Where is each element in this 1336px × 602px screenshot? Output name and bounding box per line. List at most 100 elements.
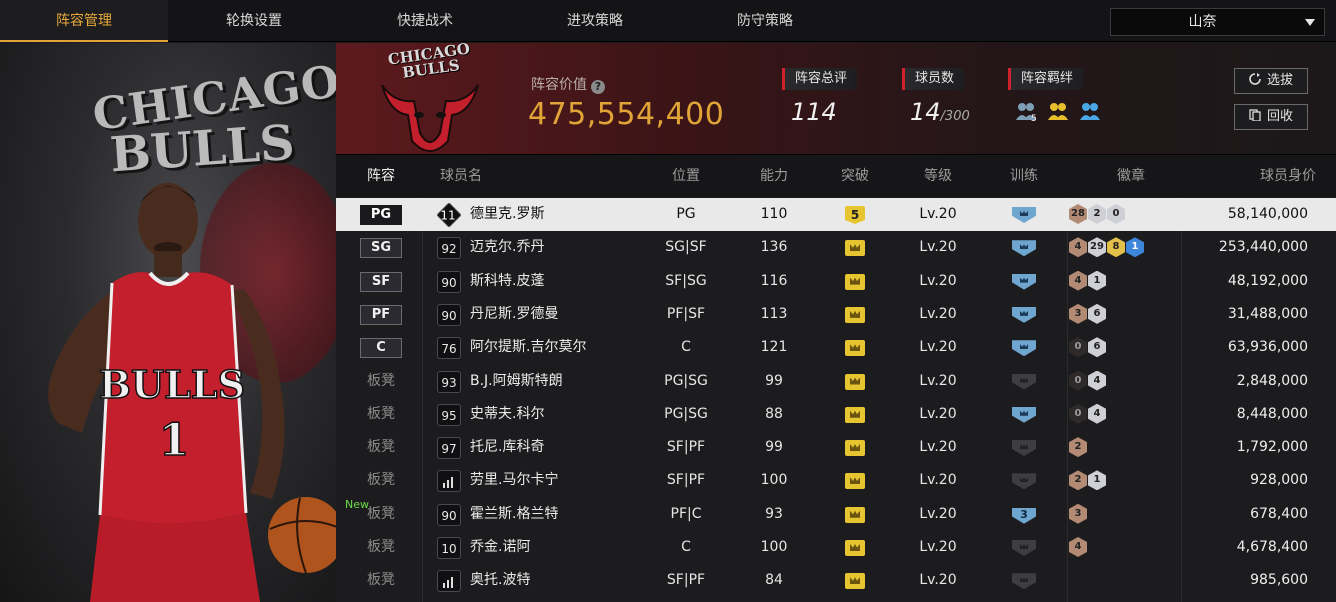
training-cell[interactable] [979, 265, 1069, 298]
player-count-max: /300 [940, 109, 970, 124]
jersey-number: 92 [441, 242, 457, 257]
tab-rotation-settings[interactable]: 轮换设置 [168, 0, 340, 42]
player-name[interactable]: 史蒂夫.科尔 [470, 398, 544, 431]
training-cell[interactable] [979, 198, 1069, 231]
chevron-down-icon [1305, 19, 1315, 26]
lineup-value-label-text: 阵容价值 [531, 77, 587, 93]
player-name[interactable]: 阿尔提斯.吉尔莫尔 [470, 331, 586, 364]
team-select-dropdown[interactable]: 山奈 [1110, 8, 1325, 36]
player-name[interactable]: 托尼.库科奇 [470, 431, 544, 464]
table-row[interactable]: New 板凳 90 霍兰斯.格兰特 PF|C 93 Lv.20 3 3 678,400 [336, 498, 1336, 531]
breakthrough-cell[interactable] [810, 464, 900, 497]
player-name[interactable]: 乔金.诺阿 [470, 531, 530, 564]
badge-dark-icon: 0 [1069, 337, 1087, 358]
breakthrough-cell[interactable] [810, 365, 900, 398]
help-icon[interactable]: ? [591, 80, 605, 94]
badge-silver-icon: 0 [1107, 204, 1125, 224]
position-slot-badge: PG [360, 205, 402, 225]
breakthrough-cell[interactable]: 5 [810, 198, 900, 231]
breakthrough-cell[interactable] [810, 531, 900, 564]
badge-silver-icon: 4 [1088, 403, 1106, 424]
recycle-button[interactable]: 回收 [1234, 104, 1308, 130]
lineup-bond-icons[interactable]: 5 [1014, 100, 1105, 126]
player-name[interactable]: 斯科特.皮蓬 [470, 265, 544, 298]
table-row[interactable]: SF 90 斯科特.皮蓬 SF|SG 116 Lv.20 4 1 48,192,000 [336, 265, 1336, 298]
training-cell[interactable]: 3 [979, 498, 1069, 531]
training-cell[interactable] [979, 331, 1069, 364]
badge-list[interactable]: 04 [1069, 398, 1179, 431]
badge-list[interactable]: 2 [1069, 431, 1179, 464]
badge-list[interactable]: 28 2 0 [1069, 198, 1179, 231]
badge-list[interactable]: 41 [1069, 265, 1179, 298]
player-value: 2,848,000 [1236, 372, 1308, 389]
tab-defense-strategy[interactable]: 防守策略 [680, 0, 850, 42]
training-cell[interactable] [979, 398, 1069, 431]
training-cell[interactable] [979, 365, 1069, 398]
player-position: SF|SG [665, 272, 707, 289]
table-row[interactable]: C 76 阿尔提斯.吉尔莫尔 C 121 Lv.20 0 6 63,936,000 [336, 331, 1336, 364]
player-name[interactable]: 霍兰斯.格兰特 [470, 498, 558, 531]
breakthrough-cell[interactable] [810, 398, 900, 431]
select-players-button[interactable]: 选拔 [1234, 68, 1308, 94]
breakthrough-cell[interactable] [810, 431, 900, 464]
player-value: 8,448,000 [1236, 405, 1308, 422]
training-cell[interactable] [979, 231, 1069, 264]
player-ability: 121 [760, 339, 788, 356]
recycle-icon [1249, 109, 1261, 121]
table-row[interactable]: 板凳 奥托.波特 SF|PF 84 Lv.20 985,600 [336, 564, 1336, 597]
badge-list[interactable]: 4 [1069, 531, 1179, 564]
training-cell[interactable] [979, 464, 1069, 497]
training-cell[interactable] [979, 431, 1069, 464]
badge-list[interactable]: 3 [1069, 498, 1179, 531]
tab-lineup-management[interactable]: 阵容管理 [0, 0, 168, 42]
breakthrough-cell[interactable] [810, 231, 900, 264]
player-name[interactable]: 奥托.波特 [470, 564, 530, 597]
table-row[interactable]: 板凳 劳里.马尔卡宁 SF|PF 100 Lv.20 2 1 928,000 [336, 464, 1336, 497]
team-bond-blue-icon[interactable] [1078, 100, 1102, 122]
player-position: PF|SF [666, 305, 706, 322]
badge-list[interactable]: 06 [1069, 331, 1179, 364]
player-count: 14/300 [910, 98, 970, 126]
badge-list[interactable]: 4 29 8 1 [1069, 231, 1179, 264]
tab-quick-tactics[interactable]: 快捷战术 [340, 0, 510, 42]
player-name[interactable]: 劳里.马尔卡宁 [470, 464, 558, 497]
table-row[interactable]: 板凳 93 B.J.阿姆斯特朗 PG|SG 99 Lv.20 0 4 2,848,000 [336, 365, 1336, 398]
breakthrough-cell[interactable] [810, 265, 900, 298]
roster-table-header: 阵容 球员名 位置 能力 突破 等级 训练 徽章 球员身价 [336, 155, 1336, 197]
badge-list[interactable]: 04 [1069, 365, 1179, 398]
player-value: 678,400 [1250, 505, 1308, 522]
table-row[interactable]: 板凳 10 乔金.诺阿 C 100 Lv.20 4 4,678,400 [336, 531, 1336, 564]
top-nav: 阵容管理 轮换设置 快捷战术 进攻策略 防守策略 山奈 [0, 0, 1336, 42]
team-bond-gold-icon[interactable] [1046, 100, 1070, 122]
player-name[interactable]: 德里克.罗斯 [470, 198, 544, 231]
player-position: PG|SG [664, 405, 708, 422]
header-player-name: 球员名 [440, 168, 482, 184]
breakthrough-cell[interactable] [810, 331, 900, 364]
tab-offense-strategy[interactable]: 进攻策略 [510, 0, 680, 42]
breakthrough-cell[interactable] [810, 564, 900, 597]
breakthrough-cell[interactable] [810, 498, 900, 531]
team-bond-icon[interactable]: 5 [1014, 100, 1038, 124]
lineup-slot: 板凳 [336, 531, 426, 564]
jersey-number-badge: 10 [437, 537, 461, 559]
training-cell[interactable] [979, 564, 1069, 597]
badge-list[interactable]: 36 [1069, 298, 1179, 331]
badge-blue-icon: 1 [1126, 237, 1144, 258]
table-row[interactable]: 板凳 95 史蒂夫.科尔 PG|SG 88 Lv.20 0 4 8,448,000 [336, 398, 1336, 431]
badge-list[interactable] [1069, 564, 1179, 597]
badge-list[interactable]: 21 [1069, 464, 1179, 497]
crown-icon [845, 540, 865, 556]
header-ability: 能力 [760, 168, 788, 184]
training-shield-icon [1012, 340, 1036, 357]
header-badges: 徽章 [1117, 168, 1145, 184]
player-name[interactable]: 丹尼斯.罗德曼 [470, 298, 558, 331]
player-name[interactable]: B.J.阿姆斯特朗 [470, 365, 563, 398]
training-cell[interactable] [979, 298, 1069, 331]
training-cell[interactable] [979, 531, 1069, 564]
table-row[interactable]: 板凳 97 托尼.库科奇 SF|PF 99 Lv.20 2 1,792,000 [336, 431, 1336, 464]
table-row[interactable]: PG 11 德里克.罗斯 PG 110 5 Lv.20 28 2 0 58,140,000 [336, 198, 1336, 231]
breakthrough-cell[interactable] [810, 298, 900, 331]
player-name[interactable]: 迈克尔.乔丹 [470, 231, 544, 264]
table-row[interactable]: SG 92 迈克尔.乔丹 SG|SF 136 Lv.20 4 29 8 1 253,440,000 [336, 231, 1336, 264]
table-row[interactable]: PF 90 丹尼斯.罗德曼 PF|SF 113 Lv.20 3 6 31,488,000 [336, 298, 1336, 331]
